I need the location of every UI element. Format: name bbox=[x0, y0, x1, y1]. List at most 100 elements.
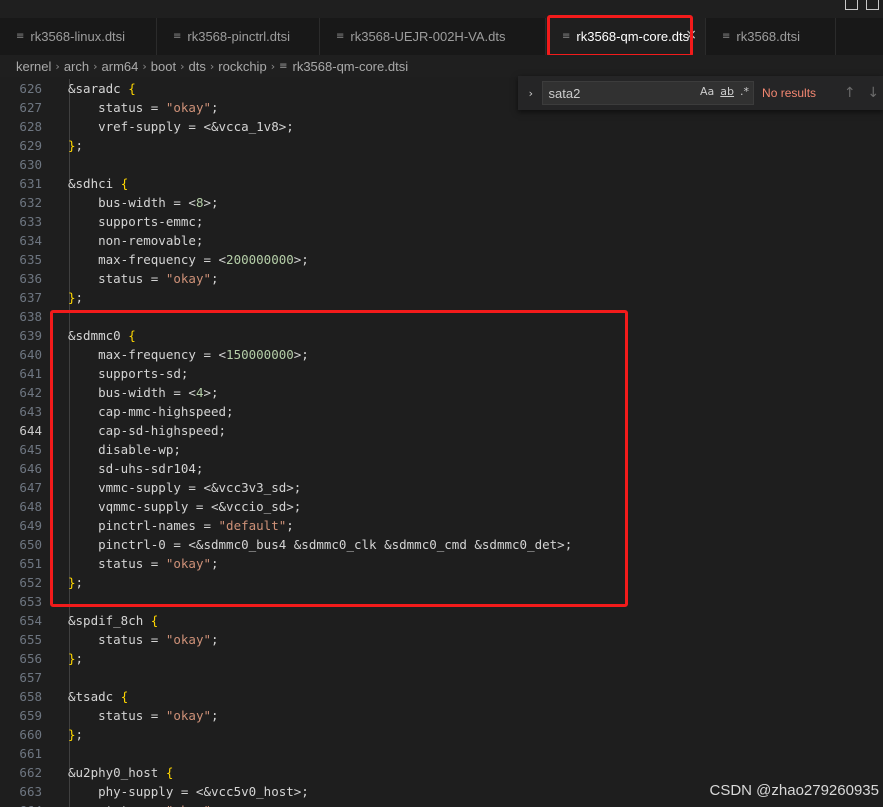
code-line[interactable]: 636 status = "okay"; bbox=[0, 269, 883, 288]
breadcrumb-item[interactable]: rockchip bbox=[218, 59, 266, 74]
sdmmc0-node-highlight-box bbox=[50, 310, 628, 607]
line-number: 639 bbox=[19, 328, 42, 343]
file-icon: ≡ bbox=[16, 31, 25, 42]
toggle-replace-chevron-icon[interactable]: › bbox=[522, 87, 540, 100]
code-line[interactable]: 629}; bbox=[0, 136, 883, 155]
editor-tab-bar: ≡ rk3568-linux.dtsi ≡ rk3568-pinctrl.dtsi ≡ r… bbox=[0, 18, 883, 55]
code-text: &u2phy0_host { bbox=[68, 765, 174, 780]
code-line[interactable]: 661 bbox=[0, 744, 883, 763]
tab-0[interactable]: ≡ rk3568-linux.dtsi bbox=[0, 18, 157, 55]
code-text: }; bbox=[68, 727, 84, 742]
tab-1[interactable]: ≡ rk3568-pinctrl.dtsi bbox=[157, 18, 320, 55]
line-number: 641 bbox=[19, 366, 42, 381]
line-number: 660 bbox=[19, 727, 42, 742]
line-number: 637 bbox=[19, 290, 42, 305]
line-number: 630 bbox=[19, 157, 42, 172]
breadcrumb-separator-icon: › bbox=[142, 59, 147, 73]
layout-controls[interactable] bbox=[845, 0, 879, 10]
line-number: 659 bbox=[19, 708, 42, 723]
code-text: supports-emmc; bbox=[68, 214, 204, 229]
file-icon: ≡ bbox=[173, 31, 182, 42]
match-case-icon[interactable]: Aa bbox=[700, 85, 714, 98]
file-icon: ≡ bbox=[336, 31, 345, 42]
find-options: Aa ab .* bbox=[700, 85, 749, 98]
previous-match-icon[interactable]: ↑ bbox=[840, 85, 859, 101]
tab-2[interactable]: ≡ rk3568-UEJR-002H-VA.dts bbox=[320, 18, 546, 55]
breadcrumb-item[interactable]: boot bbox=[151, 59, 176, 74]
watermark: CSDN @zhao279260935 bbox=[709, 782, 879, 799]
code-text: vref-supply = <&vcca_1v8>; bbox=[68, 119, 294, 134]
code-line[interactable]: 659 status = "okay"; bbox=[0, 706, 883, 725]
line-number: 626 bbox=[19, 81, 42, 96]
code-line[interactable]: 656}; bbox=[0, 649, 883, 668]
code-text: &spdif_8ch { bbox=[68, 613, 159, 628]
breadcrumb-separator-icon: › bbox=[180, 59, 185, 73]
code-text: max-frequency = <200000000>; bbox=[68, 252, 309, 267]
file-icon: ≡ bbox=[279, 60, 288, 72]
file-icon: ≡ bbox=[722, 31, 731, 42]
tab-4[interactable]: ≡ rk3568.dtsi bbox=[706, 18, 836, 55]
code-text: status = "okay"; bbox=[68, 632, 219, 647]
next-match-icon[interactable]: ↓ bbox=[864, 85, 883, 101]
breadcrumb-item[interactable]: kernel bbox=[16, 59, 51, 74]
breadcrumb-separator-icon: › bbox=[55, 59, 60, 73]
line-number: 658 bbox=[19, 689, 42, 704]
code-text: }; bbox=[68, 138, 84, 153]
breadcrumb-separator-icon: › bbox=[270, 59, 276, 73]
breadcrumb-item[interactable]: arch bbox=[64, 59, 89, 74]
line-number: 647 bbox=[19, 480, 42, 495]
code-line[interactable]: 633 supports-emmc; bbox=[0, 212, 883, 231]
regex-icon[interactable]: .* bbox=[740, 85, 749, 98]
line-number: 653 bbox=[19, 594, 42, 609]
line-number: 661 bbox=[19, 746, 42, 761]
code-text: status = "okay"; bbox=[68, 271, 219, 286]
code-text: non-removable; bbox=[68, 233, 204, 248]
line-number: 652 bbox=[19, 575, 42, 590]
code-line[interactable]: 660}; bbox=[0, 725, 883, 744]
code-line[interactable]: 630 bbox=[0, 155, 883, 174]
active-tab-highlight-box bbox=[547, 15, 693, 57]
code-line[interactable]: 632 bus-width = <8>; bbox=[0, 193, 883, 212]
line-number: 649 bbox=[19, 518, 42, 533]
breadcrumb-separator-icon: › bbox=[93, 59, 98, 73]
line-number: 648 bbox=[19, 499, 42, 514]
line-number: 650 bbox=[19, 537, 42, 552]
line-number: 634 bbox=[19, 233, 42, 248]
breadcrumb-item[interactable]: dts bbox=[189, 59, 206, 74]
code-line[interactable]: 634 non-removable; bbox=[0, 231, 883, 250]
code-line[interactable]: 655 status = "okay"; bbox=[0, 630, 883, 649]
code-line[interactable]: 635 max-frequency = <200000000>; bbox=[0, 250, 883, 269]
find-input[interactable]: sata2 Aa ab .* bbox=[541, 81, 755, 105]
line-number: 627 bbox=[19, 100, 42, 115]
code-line[interactable]: 658 &tsadc { bbox=[0, 687, 883, 706]
toggle-panel-icon[interactable] bbox=[866, 0, 879, 10]
code-text: bus-width = <8>; bbox=[68, 195, 219, 210]
code-line[interactable]: 631 &sdhci { bbox=[0, 174, 883, 193]
breadcrumb: kernel › arch › arm64 › boot › dts › rockchip › ≡ rk3… bbox=[0, 55, 883, 77]
line-number: 644 bbox=[19, 423, 42, 438]
line-number: 646 bbox=[19, 461, 42, 476]
line-number: 655 bbox=[19, 632, 42, 647]
whole-word-icon[interactable]: ab bbox=[720, 85, 734, 98]
code-text: &saradc { bbox=[68, 81, 136, 96]
code-line[interactable]: 637}; bbox=[0, 288, 883, 307]
line-number: 635 bbox=[19, 252, 42, 267]
code-line[interactable]: 657 bbox=[0, 668, 883, 687]
find-query[interactable]: sata2 bbox=[549, 86, 581, 101]
code-text: status = "okay"; bbox=[68, 708, 219, 723]
breadcrumb-item[interactable]: arm64 bbox=[102, 59, 139, 74]
line-number: 642 bbox=[19, 385, 42, 400]
line-number: 629 bbox=[19, 138, 42, 153]
code-text: }; bbox=[68, 290, 84, 305]
line-number: 628 bbox=[19, 119, 42, 134]
code-line[interactable]: 662 &u2phy0_host { bbox=[0, 763, 883, 782]
tab-label: rk3568-pinctrl.dtsi bbox=[187, 29, 290, 44]
code-line[interactable]: 628 vref-supply = <&vcca_1v8>; bbox=[0, 117, 883, 136]
tab-label: rk3568-linux.dtsi bbox=[30, 29, 126, 44]
line-number: 633 bbox=[19, 214, 42, 229]
breadcrumb-item[interactable]: rk3568-qm-core.dtsi bbox=[292, 59, 408, 74]
toggle-sidebar-icon[interactable] bbox=[845, 0, 858, 10]
code-line[interactable]: 654 &spdif_8ch { bbox=[0, 611, 883, 630]
code-line[interactable]: 664 status = "okay"; bbox=[0, 801, 883, 807]
breadcrumb-separator-icon: › bbox=[209, 59, 215, 73]
